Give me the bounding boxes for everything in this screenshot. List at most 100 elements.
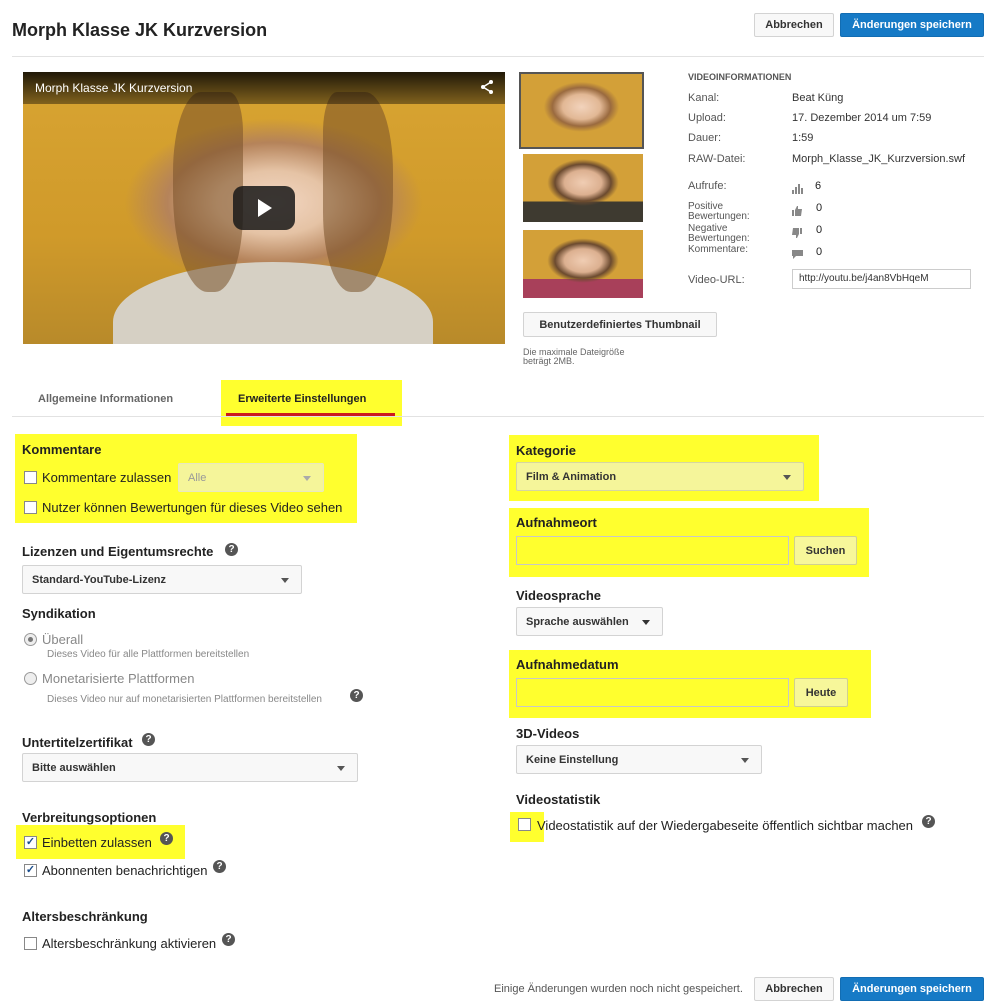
cancel-button[interactable]: Abbrechen <box>754 13 834 37</box>
views-label: Aufrufe: <box>688 180 727 192</box>
raw-file-label: RAW-Datei: <box>688 153 746 165</box>
notify-label: Abonnenten benachrichtigen <box>42 863 208 878</box>
channel-label: Kanal: <box>688 92 720 104</box>
duration-label: Dauer: <box>688 132 722 144</box>
thumbnail-3[interactable] <box>523 230 643 298</box>
ratings-visible-checkbox[interactable] <box>24 501 37 514</box>
age-help-icon[interactable]: ? <box>222 933 235 946</box>
caption-select-value: Bitte auswählen <box>32 761 116 774</box>
bar-chart-icon <box>792 182 804 197</box>
threed-heading: 3D-Videos <box>516 726 580 741</box>
comments-heading: Kommentare <box>22 442 102 457</box>
channel-value[interactable]: Beat Küng <box>792 92 843 104</box>
dislikes-value: 0 <box>816 224 823 236</box>
thumbnail-1[interactable] <box>519 72 644 149</box>
stats-checkbox[interactable] <box>518 818 531 831</box>
caption-select[interactable]: Bitte auswählen <box>22 753 358 782</box>
thumbnail-size-note-2: beträgt 2MB. <box>523 356 575 366</box>
custom-thumbnail-button[interactable]: Benutzerdefiniertes Thumbnail <box>523 312 717 337</box>
embed-label: Einbetten zulassen <box>42 835 152 850</box>
upload-value: 17. Dezember 2014 um 7:59 <box>792 112 932 124</box>
header-divider <box>12 56 984 57</box>
chevron-down-icon <box>281 577 289 583</box>
video-player[interactable]: Morph Klasse JK Kurzversion <box>23 72 505 344</box>
threed-select[interactable]: Keine Einstellung <box>516 745 762 774</box>
chevron-down-icon <box>337 765 345 771</box>
ratings-visible-label: Nutzer können Bewertungen für dieses Vid… <box>42 500 343 515</box>
upload-label: Upload: <box>688 112 726 124</box>
monetized-radio[interactable] <box>24 672 37 685</box>
license-select-value: Standard-YouTube-Lizenz <box>32 573 167 586</box>
share-icon[interactable] <box>479 79 495 95</box>
caption-heading: Untertitelzertifikat <box>22 735 133 750</box>
footer-save-button[interactable]: Änderungen speichern <box>840 977 984 1001</box>
license-help-icon[interactable]: ? <box>225 543 238 556</box>
stats-heading: Videostatistik <box>516 792 601 807</box>
category-heading: Kategorie <box>516 443 576 458</box>
threed-select-value: Keine Einstellung <box>526 753 619 766</box>
everywhere-label: Überall <box>42 632 84 647</box>
views-value: 6 <box>815 180 822 192</box>
chevron-down-icon <box>303 475 311 481</box>
embed-help-icon[interactable]: ? <box>160 832 173 845</box>
monetized-desc: Dieses Video nur auf monetarisierten Pla… <box>47 694 322 705</box>
likes-label-2: Bewertungen: <box>688 211 750 222</box>
video-title[interactable]: Morph Klasse JK Kurzversion <box>35 81 192 95</box>
monetized-help-icon[interactable]: ? <box>350 689 363 702</box>
monetized-label: Monetarisierte Plattformen <box>42 671 195 686</box>
location-heading: Aufnahmeort <box>516 515 597 530</box>
comments-select[interactable]: Alle <box>178 463 324 492</box>
footer-cancel-button[interactable]: Abbrechen <box>754 977 834 1001</box>
notify-checkbox[interactable]: ✓ <box>24 864 37 877</box>
duration-value: 1:59 <box>792 132 814 144</box>
thumbnail-2[interactable] <box>523 154 643 222</box>
dislikes-label-2: Bewertungen: <box>688 233 750 244</box>
category-select[interactable]: Film & Animation <box>516 462 804 491</box>
thumbs-down-icon <box>792 226 802 241</box>
play-button[interactable] <box>233 186 295 230</box>
everywhere-desc: Dieses Video für alle Plattformen bereit… <box>47 649 250 660</box>
allow-comments-checkbox[interactable] <box>24 471 37 484</box>
video-url-label: Video-URL: <box>688 274 745 286</box>
tabs-divider <box>12 416 984 417</box>
comments-value: 0 <box>816 246 823 258</box>
video-hair-right <box>323 92 393 292</box>
video-url-field[interactable]: http://youtu.be/j4an8VbHqeM <box>792 269 971 289</box>
search-location-button[interactable]: Suchen <box>794 536 857 565</box>
language-heading: Videosprache <box>516 588 602 603</box>
location-input[interactable] <box>516 536 789 565</box>
page-title: Morph Klasse JK Kurzversion <box>12 20 268 40</box>
age-checkbox[interactable] <box>24 937 37 950</box>
today-button[interactable]: Heute <box>794 678 848 707</box>
likes-value: 0 <box>816 202 823 214</box>
allow-comments-label: Kommentare zulassen <box>42 470 172 485</box>
notify-help-icon[interactable]: ? <box>213 860 226 873</box>
video-shoulders <box>113 262 433 344</box>
tab-advanced[interactable]: Erweiterte Einstellungen <box>238 393 366 405</box>
category-select-value: Film & Animation <box>526 470 617 483</box>
language-select-value: Sprache auswählen <box>526 615 629 628</box>
stats-label: Videostatistik auf der Wiedergabeseite ö… <box>537 818 914 833</box>
video-info-heading: VIDEOINFORMATIONEN <box>688 72 792 82</box>
license-select[interactable]: Standard-YouTube-Lizenz <box>22 565 302 594</box>
syndication-heading: Syndikation <box>22 606 96 621</box>
caption-help-icon[interactable]: ? <box>142 733 155 746</box>
stats-help-icon[interactable]: ? <box>922 815 935 828</box>
chevron-down-icon <box>783 474 791 480</box>
raw-file-value: Morph_Klasse_JK_Kurzversion.swf <box>792 153 966 165</box>
comments-label: Kommentare: <box>688 244 749 255</box>
comments-select-value: Alle <box>188 471 207 484</box>
embed-checkbox[interactable]: ✓ <box>24 836 37 849</box>
language-select[interactable]: Sprache auswählen <box>516 607 663 636</box>
tab-general[interactable]: Allgemeine Informationen <box>38 393 173 405</box>
everywhere-radio[interactable] <box>24 633 37 646</box>
date-input[interactable] <box>516 678 789 707</box>
date-heading: Aufnahmedatum <box>516 657 619 672</box>
video-url-value: http://youtu.be/j4an8VbHqeM <box>799 273 929 284</box>
comment-icon <box>792 247 803 262</box>
play-icon <box>258 199 272 217</box>
chevron-down-icon <box>642 619 650 625</box>
unsaved-note: Einige Änderungen wurden noch nicht gesp… <box>494 983 743 995</box>
chevron-down-icon <box>741 757 749 763</box>
save-button[interactable]: Änderungen speichern <box>840 13 984 37</box>
